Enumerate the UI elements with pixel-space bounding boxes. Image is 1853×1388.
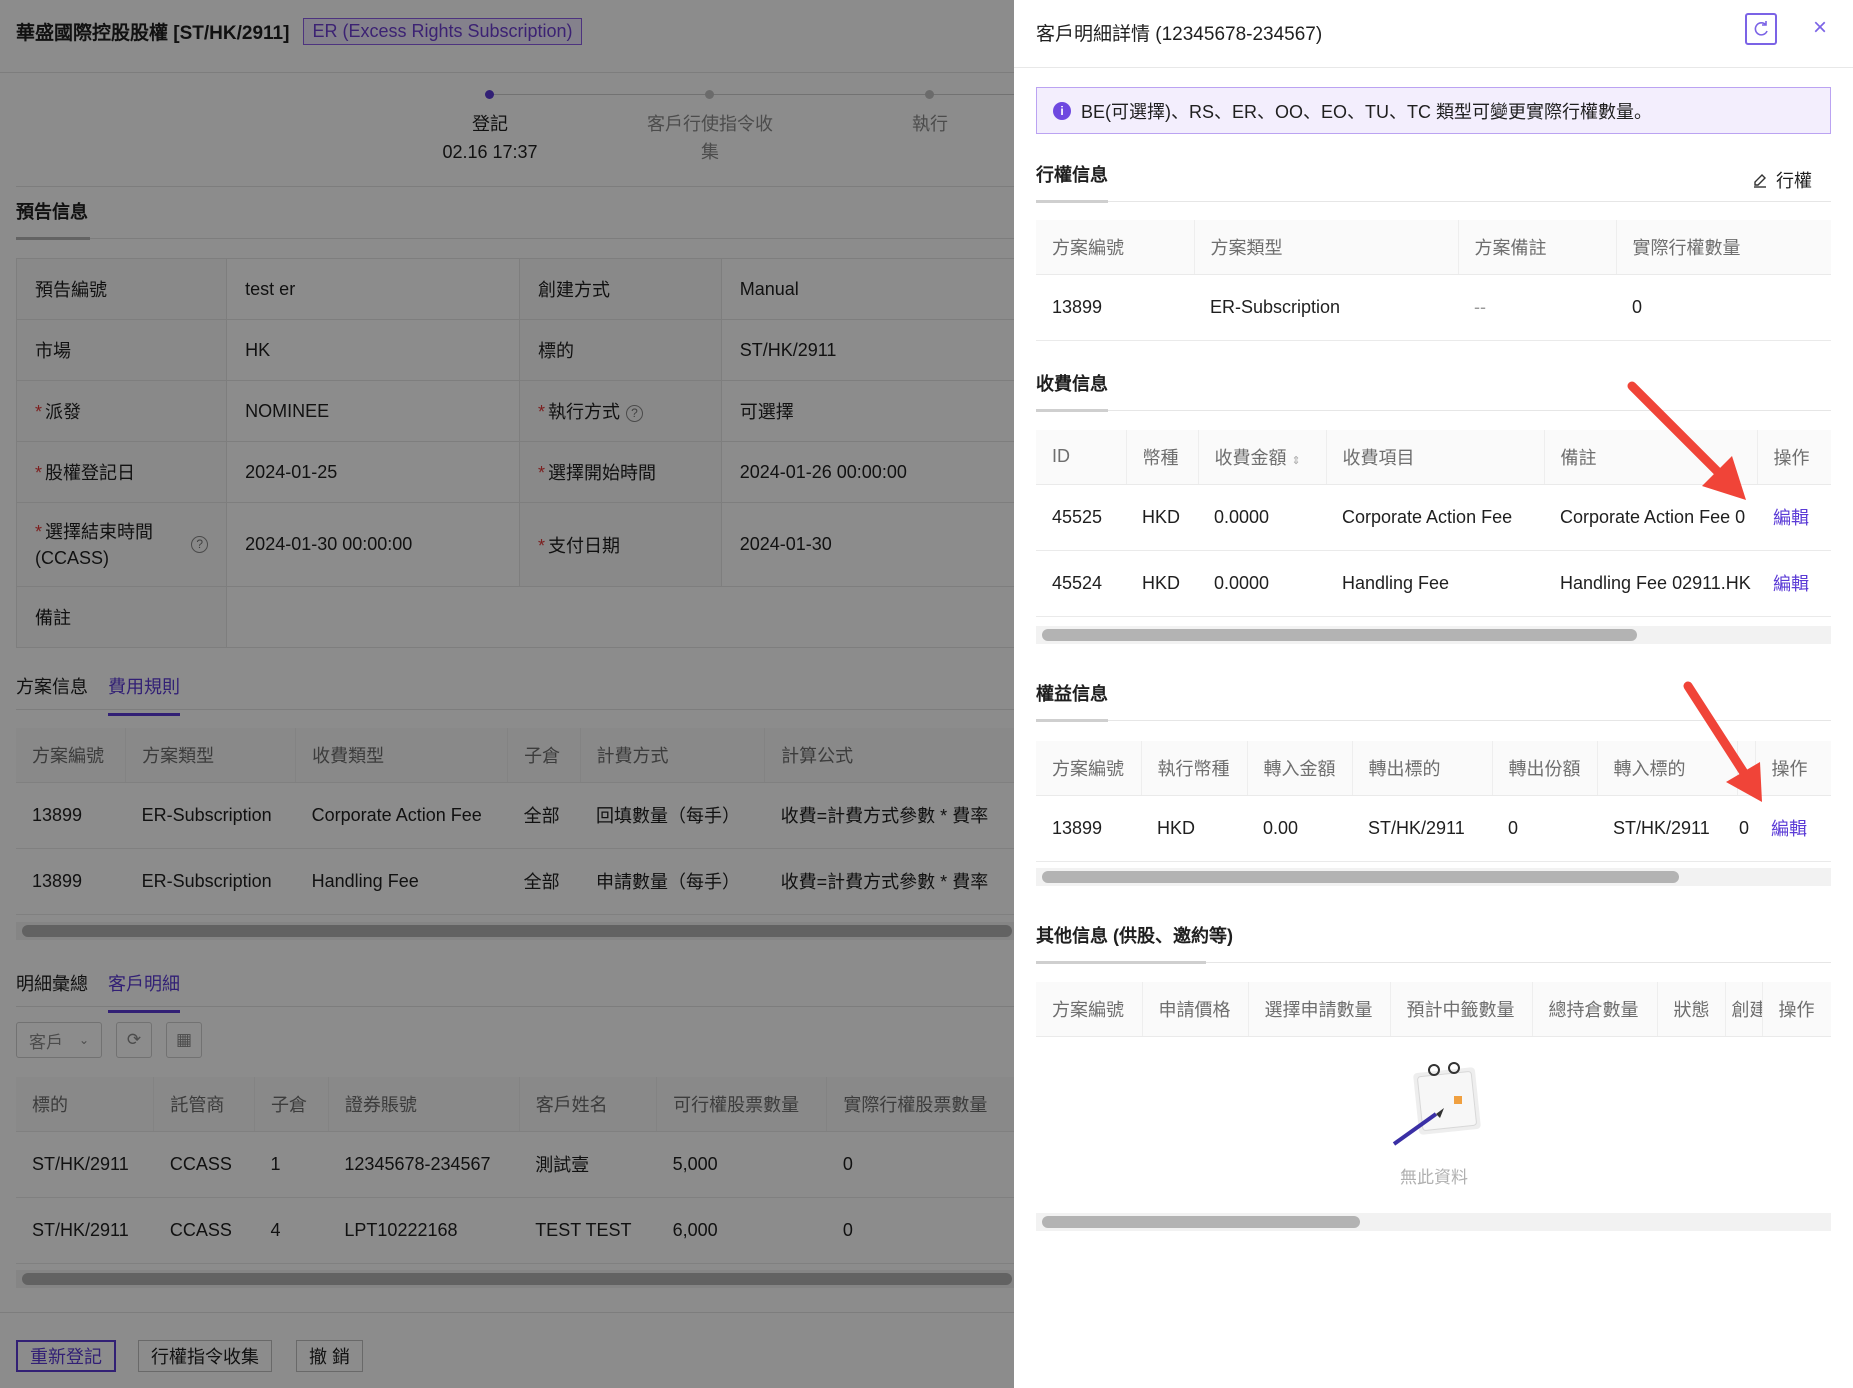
fees-scroll-thumb[interactable]: [1042, 629, 1637, 641]
column-header: 操作: [1761, 982, 1831, 1037]
empty-state: [1384, 1060, 1484, 1155]
column-header: 轉出標的: [1351, 741, 1492, 796]
close-icon: ×: [1812, 14, 1827, 41]
table-cell: Corporate Action Fee: [1326, 484, 1544, 551]
table-cell: 0: [1616, 274, 1831, 341]
column-header: 執行幣種: [1140, 741, 1247, 796]
annotation-arrow-icon: [1627, 381, 1746, 500]
sort-icon: ⇕: [1291, 454, 1301, 467]
column-header: 操作: [1756, 430, 1831, 485]
column-header: 申請價格: [1141, 982, 1248, 1037]
table-row[interactable]: 13899 ER-Subscription -- 0: [1036, 274, 1831, 341]
rights-section-title: 權益信息: [1036, 684, 1108, 704]
fees-section-title: 收費信息: [1036, 374, 1108, 394]
table-cell: 45524: [1036, 550, 1126, 617]
other-table: 方案編號 申請價格 選擇申請數量 預計中籤數量 總持倉數量 狀態 創建 操作: [1036, 982, 1831, 1037]
table-cell: ST/HK/2911: [1352, 795, 1492, 862]
table-header-row: 方案編號 申請價格 選擇申請數量 預計中籤數量 總持倉數量 狀態 創建 操作: [1036, 982, 1831, 1037]
table-cell: 0.0000: [1198, 550, 1326, 617]
edit-fee-link[interactable]: 編輯: [1773, 508, 1809, 528]
info-icon: i: [1053, 101, 1071, 120]
table-cell: 45525: [1036, 484, 1126, 551]
table-row[interactable]: 45524 HKD 0.0000 Handling Fee Handling F…: [1036, 550, 1831, 617]
exercise-button-label: 行權: [1776, 171, 1812, 191]
table-cell: 0: [1492, 795, 1597, 862]
column-header: 轉出份額: [1491, 741, 1597, 796]
column-header: 預計中籤數量: [1389, 982, 1532, 1037]
table-cell: HKD: [1126, 550, 1198, 617]
table-cell: 13899: [1036, 795, 1141, 862]
edit-rights-link[interactable]: 編輯: [1771, 819, 1807, 839]
column-header: 選擇申請數量: [1247, 982, 1390, 1037]
drawer-refresh-button[interactable]: [1745, 13, 1777, 45]
other-scroll-thumb[interactable]: [1042, 1216, 1360, 1228]
refresh-icon: [1754, 21, 1768, 36]
exercise-table: 方案編號 方案類型 方案備註 實際行權數量 13899 ER-Subscript…: [1036, 220, 1831, 341]
drawer-title: 客戶明細詳情 (12345678-234567): [1036, 24, 1323, 45]
column-header-text: 收費金額: [1214, 447, 1287, 468]
column-header: 方案編號: [1036, 982, 1142, 1037]
other-section-underline: [1036, 961, 1206, 964]
empty-state-text: 無此資料: [1400, 1168, 1468, 1187]
table-cell: Handling Fee 02911.HK: [1544, 550, 1757, 617]
column-header: 狀態: [1656, 982, 1725, 1037]
drawer-header: 客戶明細詳情 (12345678-234567) ×: [1014, 0, 1853, 68]
rights-section-underline: [1036, 719, 1108, 722]
column-header: 方案備註: [1457, 220, 1616, 275]
table-cell: 0.0000: [1198, 484, 1326, 551]
exercise-section-underline: [1036, 200, 1108, 203]
table-cell: Handling Fee: [1326, 550, 1544, 617]
amount-sort-header[interactable]: 收費金額 ⇕: [1197, 430, 1326, 485]
edit-icon: [1754, 174, 1766, 188]
op-cell: 編輯: [1757, 484, 1831, 551]
column-header: 轉入金額: [1246, 741, 1352, 796]
annotation-arrow-icon: [1683, 681, 1762, 802]
column-header: 方案類型: [1193, 220, 1458, 275]
column-header: 方案編號: [1036, 741, 1141, 796]
other-section-title: 其他信息 (供股、邀約等): [1036, 926, 1233, 946]
column-header: 總持倉數量: [1531, 982, 1657, 1037]
exercise-section-rule: [1036, 201, 1831, 202]
table-header-row: 方案編號 方案類型 方案備註 實際行權數量: [1036, 220, 1831, 275]
alert-text: BE(可選擇)、RS、ER、OO、EO、TU、TC 類型可變更實際行權數量。: [1081, 101, 1653, 122]
table-cell: ER-Subscription: [1194, 274, 1458, 341]
drawer-close-button[interactable]: ×: [1806, 14, 1834, 42]
rights-scroll-thumb[interactable]: [1042, 871, 1679, 883]
op-cell: 編輯: [1757, 550, 1831, 617]
column-header: 方案編號: [1036, 220, 1194, 275]
column-header: ID: [1036, 430, 1126, 485]
exercise-button[interactable]: 行權: [1752, 167, 1812, 193]
table-cell: --: [1458, 274, 1616, 341]
client-detail-drawer: 客戶明細詳情 (12345678-234567) × i BE(可選擇)、RS、…: [1014, 0, 1853, 1388]
table-cell: 13899: [1036, 274, 1194, 341]
column-header: 實際行權數量: [1615, 220, 1831, 275]
empty-data-icon: [1392, 1062, 1481, 1146]
column-header: 收費項目: [1325, 430, 1544, 485]
table-cell: HKD: [1141, 795, 1247, 862]
column-header: 幣種: [1125, 430, 1198, 485]
modal-mask[interactable]: [0, 0, 1014, 1388]
info-alert: i BE(可選擇)、RS、ER、OO、EO、TU、TC 類型可變更實際行權數量。: [1036, 87, 1831, 134]
table-cell: HKD: [1126, 484, 1198, 551]
exercise-section-title: 行權信息: [1036, 165, 1108, 185]
fees-section-underline: [1036, 409, 1108, 412]
edit-fee-link[interactable]: 編輯: [1773, 574, 1809, 594]
table-cell: 0.00: [1247, 795, 1352, 862]
column-header: 創建: [1724, 982, 1762, 1037]
